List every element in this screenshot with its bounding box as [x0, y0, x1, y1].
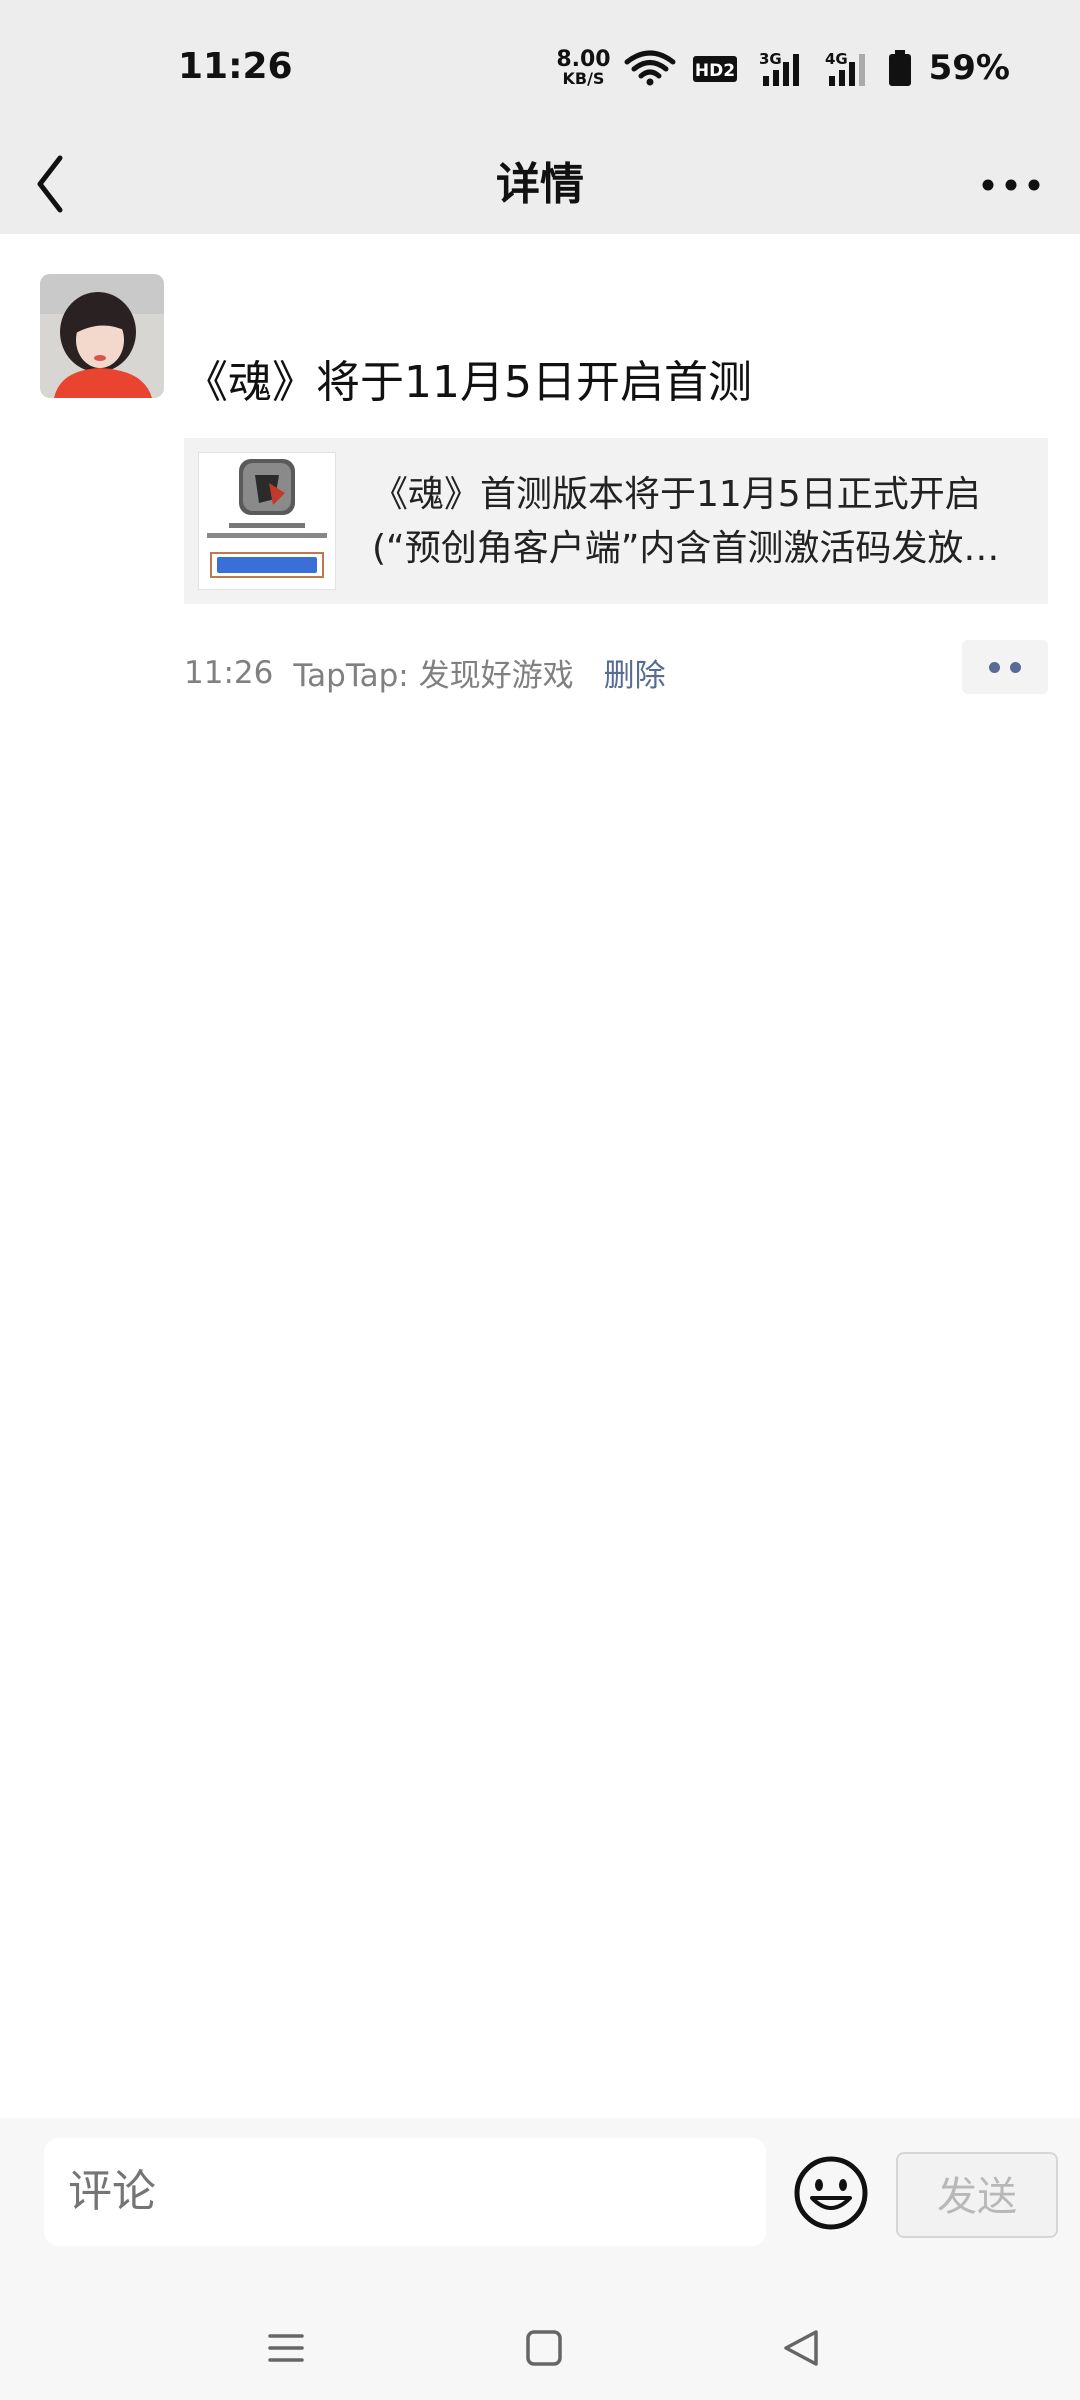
link-card-title: 《魂》首测版本将于11月5日正式开启 — [372, 474, 981, 515]
signal-4g-label: 4G — [825, 50, 848, 68]
link-card-text: 《魂》首测版本将于11月5日正式开启 (“预创角客户端”内含首测激活码发放… — [372, 468, 1022, 576]
back-triangle-icon[interactable] — [772, 2318, 832, 2378]
avatar-image — [40, 274, 164, 398]
hd-label: HD2 — [695, 61, 735, 81]
link-card-description: (“预创角客户端”内含首测激活码发放… — [372, 528, 1000, 569]
game-app-icon — [198, 452, 336, 590]
network-speed-value: 8.00 — [556, 47, 611, 72]
page-title: 详情 — [496, 159, 584, 210]
delete-link[interactable]: 删除 — [604, 650, 666, 695]
dot-icon — [1010, 661, 1021, 673]
dot-icon — [989, 661, 1000, 673]
network-speed: 8.00 KB/S — [556, 49, 610, 87]
status-bar: 11:26 8.00 KB/S HD2 3G 4G 59% — [0, 0, 1080, 136]
menu-icon[interactable] — [256, 2318, 316, 2378]
system-navigation-bar — [0, 2308, 1080, 2400]
status-time: 11:26 — [178, 46, 293, 87]
hd-icon: HD2 — [692, 56, 737, 82]
chevron-left-icon[interactable] — [32, 148, 104, 220]
nav-bar: 详情 — [0, 136, 1080, 234]
status-icons: 8.00 KB/S HD2 3G 4G 59% — [556, 46, 1010, 90]
signal-3g-label: 3G — [759, 50, 782, 68]
post-time: 11:26 — [184, 654, 274, 691]
shared-link-card[interactable]: 《魂》首测版本将于11月5日正式开启 (“预创角客户端”内含首测激活码发放… — [184, 438, 1048, 604]
comment-like-button[interactable] — [962, 640, 1048, 694]
home-icon[interactable] — [514, 2318, 574, 2378]
post-meta: 11:26 TapTap: 发现好游戏 删除 — [184, 650, 666, 695]
more-horizontal-icon[interactable] — [976, 150, 1046, 220]
post-source[interactable]: TapTap: 发现好游戏 — [293, 650, 573, 695]
battery-percentage: 59% — [928, 48, 1010, 88]
send-button[interactable]: 发送 — [896, 2152, 1058, 2238]
network-speed-unit: KB/S — [562, 69, 605, 88]
comment-bar: 发送 — [0, 2118, 1080, 2400]
post-title: 《魂》将于11月5日开启首测 — [184, 357, 752, 408]
wifi-icon — [624, 50, 676, 86]
emoji-icon[interactable] — [792, 2154, 870, 2232]
signal-4g-icon: 4G — [825, 50, 865, 86]
signal-3g-icon: 3G — [759, 50, 799, 86]
comment-input[interactable] — [44, 2138, 766, 2246]
avatar[interactable] — [40, 274, 164, 398]
battery-icon — [888, 50, 911, 86]
